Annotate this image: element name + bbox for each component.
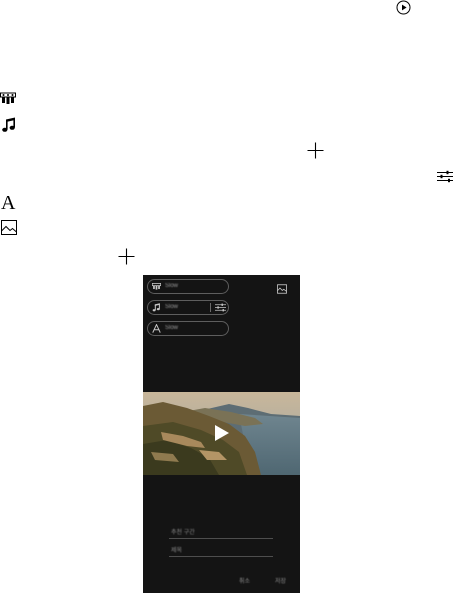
divider [210,303,211,312]
music-note-icon [2,117,16,133]
play-icon[interactable] [215,425,229,441]
plus-icon [118,248,135,265]
music-chip[interactable]: Slow [147,300,229,315]
save-button[interactable]: 저장 [275,578,286,586]
text-field[interactable] [169,538,273,539]
effects-icon [152,283,161,290]
plus-icon [307,142,324,159]
image-icon [1,220,18,236]
effects-icon [0,92,16,105]
cancel-button[interactable]: 취소 [239,578,250,586]
effect-chip[interactable]: Slow [147,279,229,294]
music-note-icon [152,303,160,312]
font-chip[interactable]: Slow [147,321,229,336]
text-field[interactable] [169,556,273,557]
font-icon [152,324,161,333]
adjustment-icon [437,170,453,183]
chip-label: Slow [165,304,179,310]
font-icon: A [1,192,16,214]
field-label: 추천 구간 [171,530,195,536]
image-icon[interactable] [277,284,287,294]
chip-label: Slow [165,325,179,331]
play-circle-icon [396,0,411,15]
phone-screen: Slow Slow Slow 추천 구간 제목 취소 저장 [143,275,300,593]
adjustment-icon[interactable] [215,303,226,312]
chip-label: Slow [165,283,179,289]
field-label: 제목 [171,548,183,554]
